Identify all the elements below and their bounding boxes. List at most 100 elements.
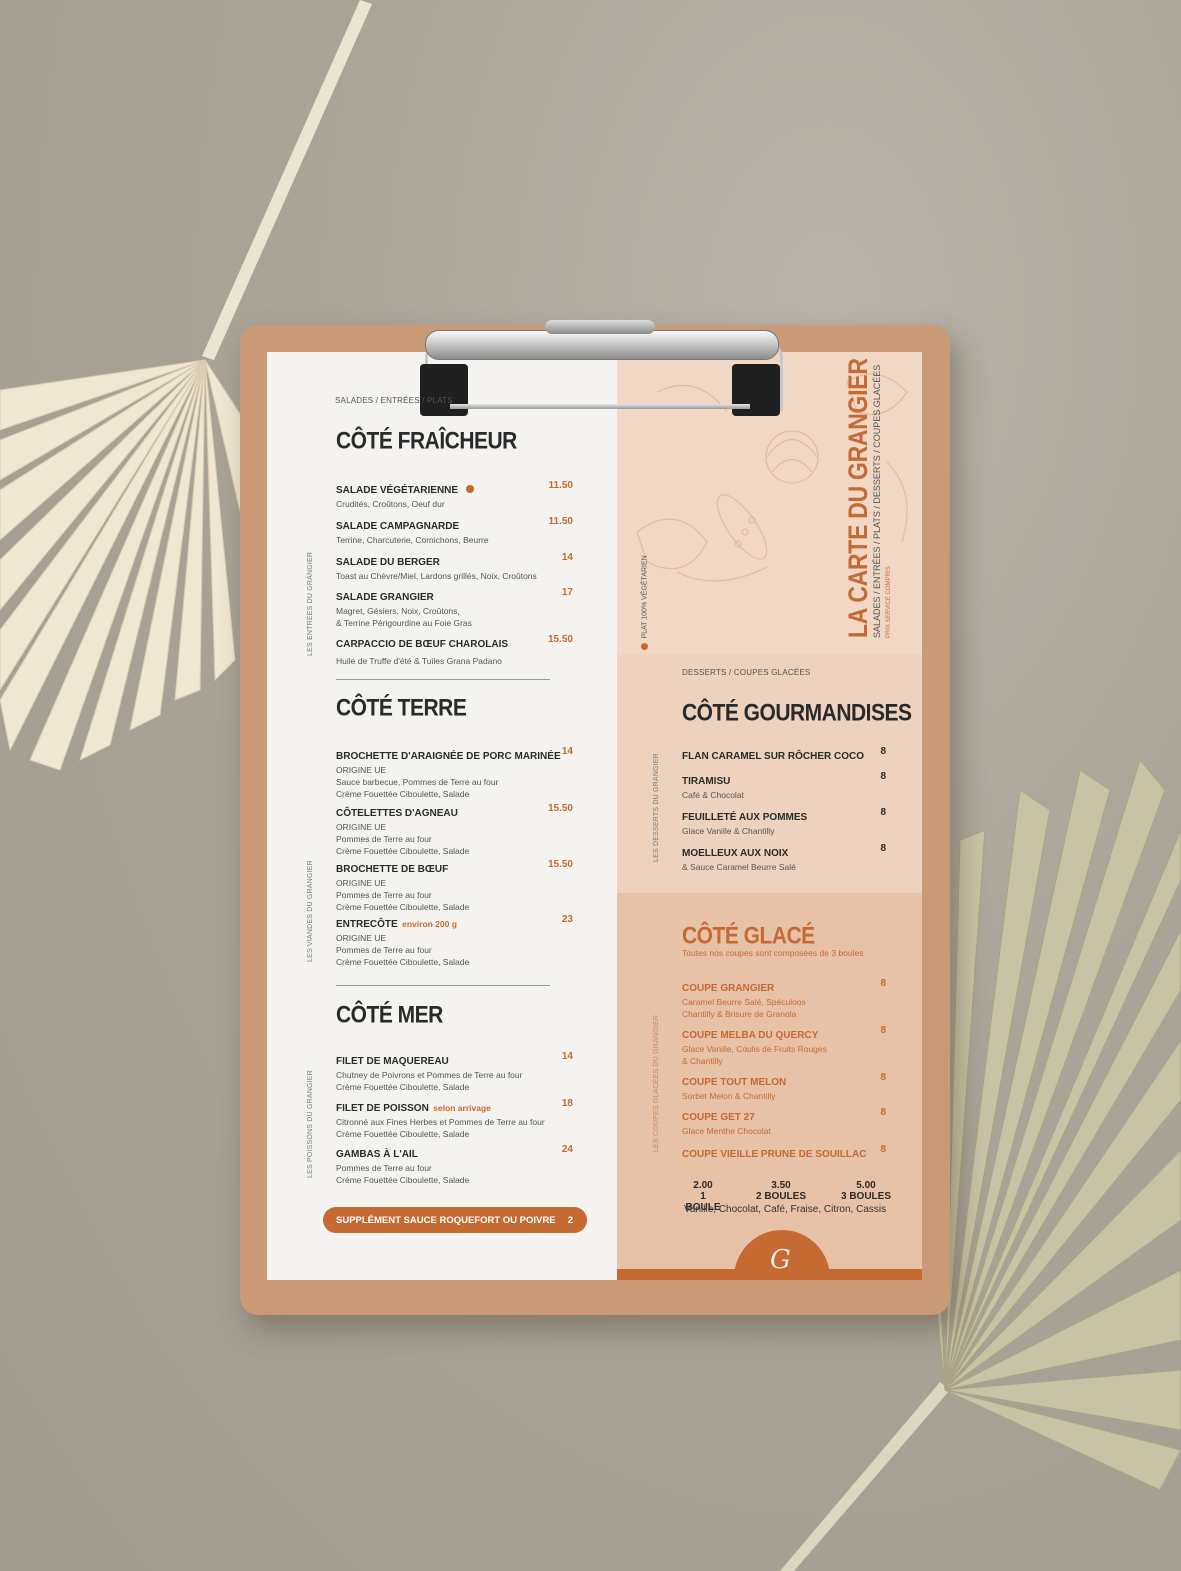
list-item: COUPE MELBA DU QUERCY 8 Glace Vanille, C… — [682, 1025, 886, 1067]
list-item: GAMBAS À L'AIL 24 Pommes de Terre au fou… — [336, 1144, 573, 1186]
list-item: SALADE GRANGIER 17 Magret, Gésiers, Noix… — [336, 587, 573, 629]
item-name: CÔTELETTES D'AGNEAU — [336, 808, 458, 819]
item-price: 8 — [880, 771, 886, 782]
section-title-gourmandises: CÔTÉ GOURMANDISES — [682, 700, 912, 727]
item-price: 11.50 — [548, 480, 573, 491]
prices-note: PRIX SERVICE COMPRIS — [886, 566, 892, 638]
section-title-fraicheur: CÔTÉ FRAÎCHEUR — [336, 428, 517, 455]
item-name: COUPE GET 27 — [682, 1112, 755, 1123]
item-description: Crudités, Croûtons, Oeuf dur — [336, 499, 445, 509]
item-price: 15.50 — [547, 803, 573, 814]
list-item: COUPE TOUT MELON 8 Sorbet Melon & Chanti… — [682, 1072, 886, 1102]
item-price: 8 — [880, 978, 886, 989]
item-origin: ORIGINE UE — [336, 822, 387, 832]
item-name: SALADE DU BERGER — [336, 557, 440, 568]
scoop-price: 2.00 — [693, 1180, 713, 1191]
item-name: TIRAMISU — [682, 776, 731, 787]
desserts-breadcrumb: DESSERTS / COUPES GLACÉES — [682, 668, 811, 677]
item-price: 17 — [561, 587, 573, 598]
item-description: Glace Vanille & Chantilly — [682, 826, 775, 836]
scoop-price: 3.50 — [771, 1180, 791, 1191]
side-label-poissons: LES POISSONS DU GRANGIER — [307, 1070, 314, 1178]
item-name: SALADE VÉGÉTARIENNE — [336, 485, 459, 496]
vegetarian-legend: PLAT 100% VÉGÉTARIEN — [636, 555, 654, 650]
item-description: Café & Chocolat — [682, 790, 744, 800]
item-price: 15.50 — [547, 634, 573, 645]
list-item: FILET DE MAQUEREAU 14 Chutney de Poivron… — [336, 1051, 573, 1093]
item-origin: ORIGINE UE — [336, 765, 387, 775]
vegetarian-icon — [641, 643, 649, 650]
item-description: Sauce barbecue, Pommes de Terre au four — [336, 777, 499, 787]
vegetarian-icon — [465, 485, 474, 493]
item-price: 14 — [561, 1051, 573, 1062]
item-price: 24 — [561, 1144, 573, 1155]
item-description: Pommes de Terre au four — [336, 890, 432, 900]
list-item: COUPE GRANGIER 8 Caramel Beurre Salé, Sp… — [682, 978, 886, 1020]
list-item: FEUILLETÉ AUX POMMES 8 Glace Vanille & C… — [682, 807, 886, 837]
item-extra: environ 200 g — [402, 919, 457, 929]
item-description: Toast au Chèvre/Miel, Lardons grillés, N… — [336, 571, 537, 581]
item-price: 11.50 — [548, 516, 573, 527]
supplement-banner: SUPPLÉMENT SAUCE ROQUEFORT OU POIVRE 2 — [323, 1207, 587, 1233]
menu-title: LA CARTE DU GRANGIER — [843, 358, 873, 638]
item-name: COUPE TOUT MELON — [682, 1077, 787, 1088]
item-description-2: & Terrine Périgourdine au Foie Gras — [336, 618, 472, 628]
list-item: SALADE DU BERGER 14 Toast au Chèvre/Miel… — [336, 552, 573, 582]
item-name: FEUILLETÉ AUX POMMES — [682, 812, 808, 823]
side-label-viandes: LES VIANDES DU GRANGIER — [307, 860, 314, 962]
flavors-list: Vanille, Chocolat, Café, Fraise, Citron,… — [684, 1204, 887, 1215]
list-item: COUPE GET 27 8 Glace Menthe Chocolat — [682, 1107, 886, 1137]
list-item: CARPACCIO DE BŒUF CHAROLAIS 15.50 Huile … — [336, 634, 573, 667]
item-description-2: Crème Fouettée Ciboulette, Salade — [336, 957, 470, 967]
item-description: Citronné aux Fines Herbes et Pommes de T… — [336, 1117, 545, 1127]
section-title-mer: CÔTÉ MER — [336, 1002, 443, 1029]
side-label-entrees: LES ENTRÉES DU GRANGIER — [307, 551, 314, 656]
list-item: ENTRECÔTE environ 200 g 23 ORIGINE UE Po… — [336, 914, 573, 968]
list-item: SALADE CAMPAGNARDE 11.50 Terrine, Charcu… — [336, 516, 573, 546]
item-price: 8 — [880, 1025, 886, 1036]
item-price: 14 — [561, 552, 573, 563]
item-description: Pommes de Terre au four — [336, 834, 432, 844]
scoop-price-3: 5.00 3 BOULES — [840, 1180, 892, 1202]
list-item: MOELLEUX AUX NOIX 8 & Sauce Caramel Beur… — [682, 843, 886, 873]
list-item: CÔTELETTES D'AGNEAU 15.50 ORIGINE UE Pom… — [336, 803, 573, 857]
item-name: CARPACCIO DE BŒUF CHAROLAIS — [336, 639, 509, 650]
left-breadcrumb: SALADES / ENTRÉES / PLATS — [335, 396, 453, 405]
item-price: 8 — [880, 843, 886, 854]
scoop-price-2: 3.50 2 BOULES — [756, 1180, 806, 1202]
glace-subtitle: Toutes nos coupes sont composées de 3 bo… — [682, 948, 864, 958]
item-description-2: & Chantilly — [682, 1056, 723, 1066]
item-description-2: Crème Fouettée Ciboulette, Salade — [336, 789, 470, 799]
item-price: 18 — [561, 1098, 573, 1109]
item-origin: ORIGINE UE — [336, 933, 387, 943]
item-price: 8 — [880, 746, 886, 757]
item-description: Pommes de Terre au four — [336, 1163, 432, 1173]
item-description: Terrine, Charcuterie, Cornichons, Beurre — [336, 535, 489, 545]
side-label-desserts: LES DESSERTS DU GRANGIER — [653, 753, 660, 862]
item-description: Caramel Beurre Salé, Spéculoos — [682, 997, 806, 1007]
item-description-2: Crème Fouettée Ciboulette, Salade — [336, 1175, 470, 1185]
item-description: Magret, Gésiers, Noix, Croûtons, — [336, 606, 460, 616]
item-name: FILET DE POISSON — [336, 1103, 429, 1114]
logo-letter: G — [770, 1245, 791, 1275]
side-label-coupes: LES COUPES GLACÉES DU GRANGIER — [653, 1014, 660, 1152]
item-description: Chutney de Poivrons et Pommes de Terre a… — [336, 1070, 523, 1080]
item-description: Sorbet Melon & Chantilly — [682, 1091, 776, 1101]
item-price: 8 — [880, 807, 886, 818]
list-item: SALADE VÉGÉTARIENNE 11.50 Crudités, Croû… — [336, 480, 573, 510]
scoop-label: 2 BOULES — [756, 1191, 807, 1202]
list-item: TIRAMISU 8 Café & Chocolat — [682, 771, 886, 801]
vegetarian-legend-text: PLAT 100% VÉGÉTARIEN — [641, 555, 649, 639]
list-item: FLAN CARAMEL SUR RÔCHER COCO 8 — [682, 746, 886, 764]
item-name: COUPE GRANGIER — [682, 983, 775, 994]
item-description-2: Crème Fouettée Ciboulette, Salade — [336, 902, 470, 912]
item-name: SALADE GRANGIER — [336, 592, 434, 603]
list-item: COUPE VIEILLE PRUNE DE SOUILLAC 8 — [682, 1144, 886, 1162]
item-name: COUPE MELBA DU QUERCY — [682, 1030, 819, 1041]
section-title-glace: CÔTÉ GLACÉ — [682, 923, 815, 950]
clip-rail — [450, 404, 750, 409]
item-description: Glace Menthe Chocolat — [682, 1126, 771, 1136]
item-price: 14 — [561, 746, 573, 757]
list-item: FILET DE POISSON selon arrivage 18 Citro… — [336, 1098, 573, 1140]
item-name: COUPE VIEILLE PRUNE DE SOUILLAC — [682, 1149, 867, 1160]
